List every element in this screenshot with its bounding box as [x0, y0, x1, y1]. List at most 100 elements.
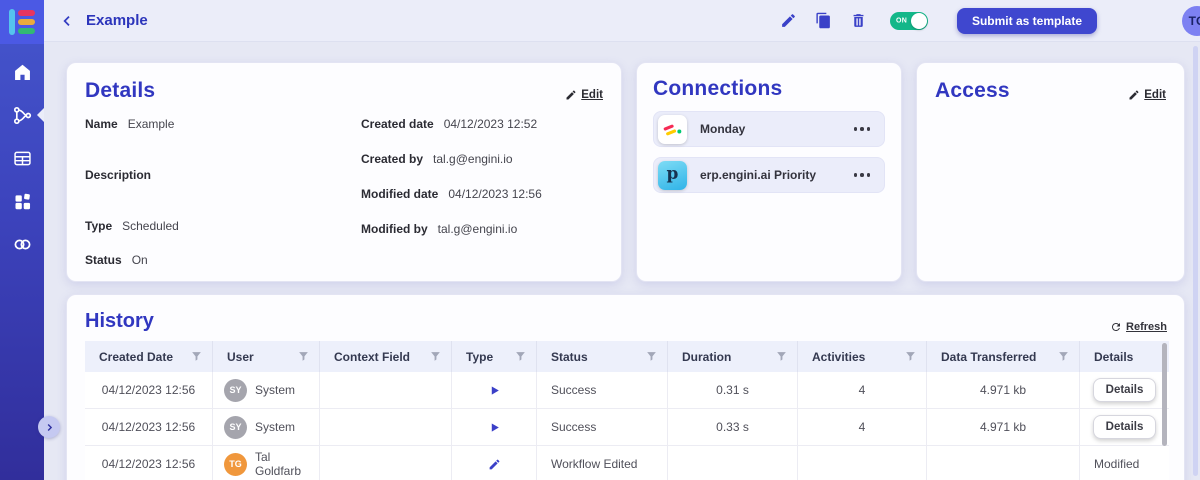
access-card: Access Edit — [916, 62, 1185, 282]
cell-status: Workflow Edited — [537, 446, 668, 480]
active-nav-marker — [37, 108, 44, 122]
main-content: Details Edit Name Example Description Ty… — [44, 42, 1200, 480]
cell-details: Details — [1080, 409, 1169, 446]
cell-type — [452, 446, 537, 480]
cell-user: SY System — [213, 372, 320, 409]
puzzle-icon — [15, 193, 30, 209]
page-title: Example — [86, 12, 148, 29]
field-modified-by: Modified by tal.g@engini.io — [361, 222, 518, 236]
column-header-activities[interactable]: Activities — [798, 341, 927, 372]
toggle-knob — [910, 12, 927, 29]
history-title: History — [85, 310, 154, 332]
connection-name: Monday — [700, 122, 746, 136]
chevron-right-icon — [47, 423, 52, 431]
connection-item-priority[interactable]: p erp.engini.ai Priority — [653, 157, 885, 193]
sidebar-expand-button[interactable] — [38, 416, 60, 438]
filter-icon — [1059, 352, 1068, 361]
cell-status: Success — [537, 409, 668, 446]
details-edit-button[interactable]: Edit — [565, 89, 603, 101]
cell-status: Success — [537, 372, 668, 409]
cell-type — [452, 409, 537, 446]
column-header-created-date[interactable]: Created Date — [85, 341, 213, 372]
field-created-date: Created date 04/12/2023 12:52 — [361, 117, 538, 131]
page-scrollbar[interactable] — [1193, 46, 1198, 476]
pencil-icon — [782, 14, 796, 27]
cell-context-field — [320, 409, 452, 446]
column-header-user[interactable]: User — [213, 341, 320, 372]
filter-icon — [299, 352, 308, 361]
cell-data-transferred: 4.971 kb — [927, 372, 1080, 409]
submit-as-template-button[interactable]: Submit as template — [956, 7, 1097, 34]
connections-title: Connections — [653, 77, 783, 100]
cell-activities: 4 — [798, 372, 927, 409]
history-table-header: Created Date User Context Field Type Sta… — [85, 341, 1169, 372]
details-button[interactable]: Details — [1092, 378, 1157, 402]
column-header-context-field[interactable]: Context Field — [320, 341, 452, 372]
connection-name: erp.engini.ai Priority — [700, 168, 817, 182]
column-header-data-transferred[interactable]: Data Transferred — [927, 341, 1080, 372]
filter-icon — [906, 352, 915, 361]
sidebar — [0, 0, 44, 480]
sidebar-item-workflows[interactable] — [10, 103, 34, 127]
table-row: 04/12/2023 12:56 SY System Success 0.31 … — [85, 372, 1169, 409]
sidebar-nav — [0, 60, 44, 256]
cell-activities — [798, 446, 927, 480]
user-avatar[interactable]: TG — [1182, 5, 1200, 36]
table-scrollbar[interactable] — [1162, 343, 1167, 446]
table-icon — [13, 151, 31, 165]
history-card: History Refresh Created Date User Contex… — [66, 294, 1185, 480]
avatar: TG — [224, 452, 247, 476]
workflow-status-toggle[interactable]: ON — [889, 11, 928, 30]
cell-created-date: 04/12/2023 12:56 — [85, 409, 213, 446]
access-edit-button[interactable]: Edit — [1128, 89, 1166, 101]
details-card: Details Edit Name Example Description Ty… — [66, 62, 622, 282]
sidebar-item-integrations[interactable] — [10, 189, 34, 213]
cell-duration: 0.31 s — [668, 372, 798, 409]
filter-icon — [516, 352, 525, 361]
trash-icon — [854, 14, 864, 27]
pencil-icon — [1129, 90, 1139, 100]
priority-logo: p — [658, 160, 687, 190]
details-edit-label: Edit — [581, 89, 603, 101]
cell-context-field — [320, 372, 452, 409]
play-icon — [488, 421, 501, 434]
table-row: 04/12/2023 12:56 TG Tal Goldfarb Workflo… — [85, 446, 1169, 480]
details-left-column: Name Example Description Type Scheduled — [85, 117, 361, 267]
cell-user: TG Tal Goldfarb — [213, 446, 320, 480]
monday-logo — [658, 114, 687, 144]
copy-icon — [816, 12, 831, 29]
column-header-duration[interactable]: Duration — [668, 341, 798, 372]
connection-menu-button[interactable] — [853, 169, 870, 181]
refresh-button[interactable]: Refresh — [1110, 321, 1167, 333]
cell-created-date: 04/12/2023 12:56 — [85, 446, 213, 480]
back-button[interactable] — [56, 10, 78, 32]
topbar: Example ON Submit as template TG — [44, 0, 1200, 42]
cell-details: Details — [1080, 372, 1169, 409]
sidebar-item-home[interactable] — [10, 60, 34, 84]
connection-item-monday[interactable]: Monday — [653, 111, 885, 147]
field-modified-date: Modified date 04/12/2023 12:56 — [361, 187, 542, 201]
sidebar-item-tables[interactable] — [10, 146, 34, 170]
details-button[interactable]: Details — [1092, 415, 1157, 439]
sidebar-item-connections[interactable] — [10, 232, 34, 256]
play-icon — [488, 384, 501, 397]
app-logo[interactable] — [0, 0, 44, 44]
topbar-actions: ON Submit as template TG — [779, 5, 1200, 36]
cell-activities: 4 — [798, 409, 927, 446]
refresh-icon — [1112, 323, 1121, 331]
column-header-status[interactable]: Status — [537, 341, 668, 372]
access-edit-label: Edit — [1144, 89, 1166, 101]
cell-duration: 0.33 s — [668, 409, 798, 446]
home-icon — [14, 64, 30, 80]
connection-menu-button[interactable] — [853, 123, 870, 135]
cell-data-transferred — [927, 446, 1080, 480]
duplicate-workflow-button[interactable] — [814, 11, 834, 31]
filter-icon — [431, 352, 440, 361]
workflow-icon — [13, 106, 31, 124]
history-table: Created Date User Context Field Type Sta… — [85, 341, 1169, 480]
column-header-type[interactable]: Type — [452, 341, 537, 372]
edit-workflow-button[interactable] — [779, 11, 799, 31]
avatar: SY — [224, 378, 247, 402]
delete-workflow-button[interactable] — [849, 11, 869, 31]
summary-cards-row: Details Edit Name Example Description Ty… — [66, 62, 1185, 282]
